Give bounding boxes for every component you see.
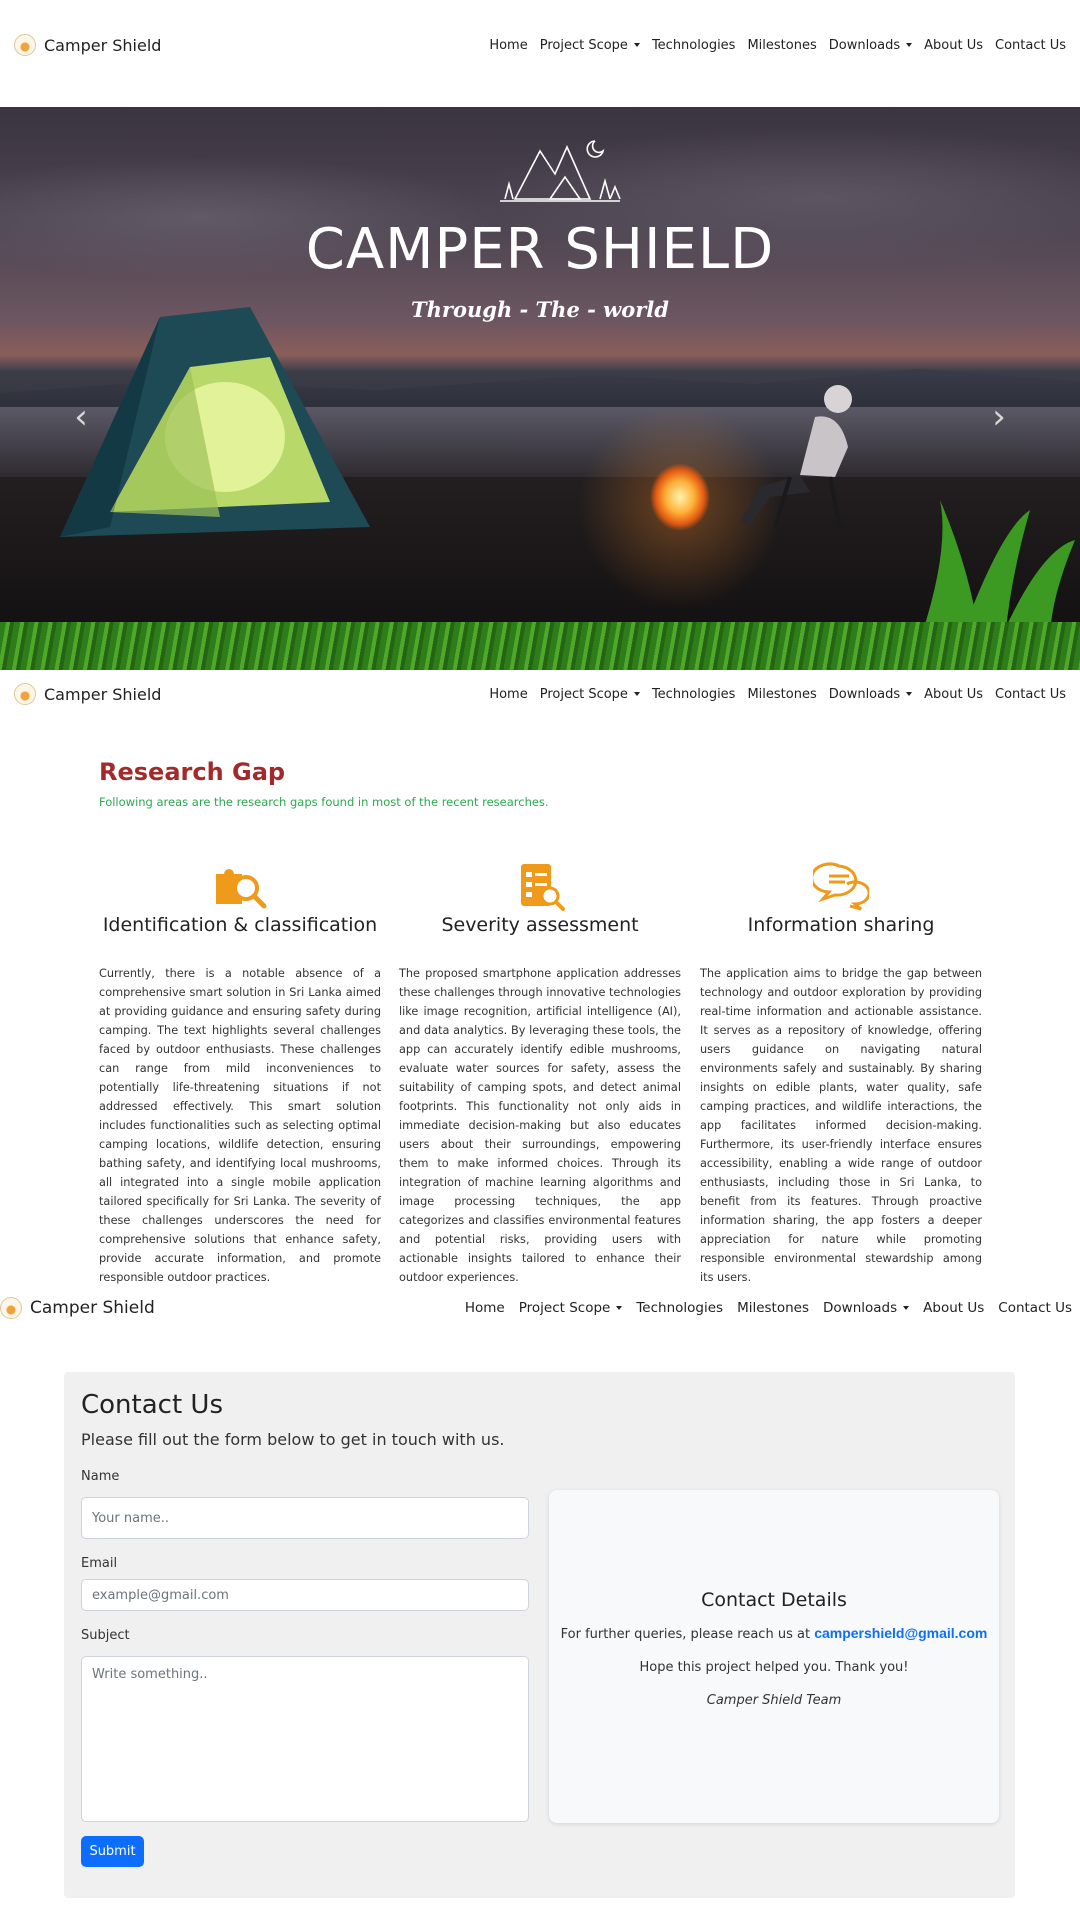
research-column-identification: Identification & classification Currentl… bbox=[99, 860, 381, 1287]
nav-about-us[interactable]: About Us bbox=[924, 38, 983, 53]
nav-milestones[interactable]: Milestones bbox=[747, 687, 816, 702]
submit-button[interactable]: Submit bbox=[81, 1836, 144, 1867]
hero-carousel: CAMPER SHIELD Through - The - world ‹ › bbox=[0, 107, 1080, 670]
email-label: Email bbox=[81, 1556, 118, 1571]
nav-home[interactable]: Home bbox=[489, 38, 527, 53]
name-label: Name bbox=[81, 1469, 120, 1484]
research-gap-subtitle: Following areas are the research gaps fo… bbox=[99, 795, 549, 809]
chat-bubbles-icon bbox=[813, 862, 869, 911]
brand-name: Camper Shield bbox=[30, 1298, 155, 1318]
puzzle-search-icon bbox=[216, 869, 267, 909]
nav-project-scope-dropdown[interactable]: Project Scope bbox=[540, 687, 640, 702]
campfire-image bbox=[640, 442, 720, 532]
grass-tuft-image bbox=[920, 500, 1075, 640]
contact-subtitle: Please fill out the form below to get in… bbox=[81, 1430, 505, 1449]
nav-home[interactable]: Home bbox=[489, 687, 527, 702]
brand-name: Camper Shield bbox=[44, 684, 162, 704]
contact-title: Contact Us bbox=[81, 1390, 223, 1420]
nav-downloads-dropdown[interactable]: Downloads bbox=[829, 687, 912, 702]
research-gap-title: Research Gap bbox=[99, 758, 286, 786]
research-column-severity: Severity assessment The proposed smartph… bbox=[399, 860, 681, 1287]
nav-project-scope-dropdown[interactable]: Project Scope bbox=[519, 1300, 623, 1316]
camper-logo-icon bbox=[14, 34, 36, 56]
nav-about-us[interactable]: About Us bbox=[924, 687, 983, 702]
email-input[interactable]: example@gmail.com bbox=[81, 1579, 529, 1611]
nav-contact-us[interactable]: Contact Us bbox=[995, 38, 1066, 53]
person-in-chair-image bbox=[740, 385, 852, 528]
nav-milestones[interactable]: Milestones bbox=[737, 1300, 809, 1316]
nav-project-scope-dropdown[interactable]: Project Scope bbox=[540, 38, 640, 53]
nav-about-us[interactable]: About Us bbox=[923, 1300, 984, 1316]
nav-technologies[interactable]: Technologies bbox=[636, 1300, 723, 1316]
nav-technologies[interactable]: Technologies bbox=[652, 687, 736, 702]
column-heading: Identification & classification bbox=[102, 914, 378, 936]
contact-thanks: Hope this project helped you. Thank you! bbox=[639, 1660, 909, 1675]
contact-details-title: Contact Details bbox=[701, 1589, 847, 1611]
contact-details-prefix: For further queries, please reach us at bbox=[560, 1627, 811, 1642]
contact-details-line: For further queries, please reach us at … bbox=[549, 1625, 999, 1642]
contact-details-card: Contact Details For further queries, ple… bbox=[549, 1490, 999, 1823]
camper-logo-icon bbox=[0, 1297, 22, 1319]
column-body: Currently, there is a notable absence of… bbox=[99, 967, 381, 1284]
contact-section: Contact Us Please fill out the form belo… bbox=[64, 1372, 1015, 1898]
nav-contact-us[interactable]: Contact Us bbox=[998, 1300, 1072, 1316]
brand-name: Camper Shield bbox=[44, 35, 162, 55]
contact-navbar: Camper Shield Home Project Scope Technol… bbox=[0, 1285, 1080, 1331]
nav-downloads-dropdown[interactable]: Downloads bbox=[823, 1300, 909, 1316]
column-heading: Severity assessment bbox=[441, 914, 639, 936]
nav-links: Home Project Scope Technologies Mileston… bbox=[489, 38, 1066, 53]
top-navbar: Camper Shield Home Project Scope Technol… bbox=[0, 22, 1080, 68]
contact-email-link[interactable]: campershield@gmail.com bbox=[814, 1625, 987, 1641]
subject-textarea[interactable]: Write something.. bbox=[81, 1656, 529, 1822]
carousel-next-icon[interactable]: › bbox=[984, 397, 1014, 437]
name-input[interactable]: Your name.. bbox=[81, 1497, 529, 1539]
grass-strip bbox=[0, 622, 1080, 670]
research-column-information: Information sharing The application aims… bbox=[700, 860, 982, 1287]
brand-link[interactable]: Camper Shield bbox=[14, 683, 161, 705]
nav-links: Home Project Scope Technologies Mileston… bbox=[465, 1300, 1072, 1316]
nav-home[interactable]: Home bbox=[465, 1300, 505, 1316]
nav-technologies[interactable]: Technologies bbox=[652, 38, 736, 53]
hero-subtitle: Through - The - world bbox=[411, 297, 669, 322]
contact-team: Camper Shield Team bbox=[706, 1693, 842, 1708]
carousel-prev-icon[interactable]: ‹ bbox=[66, 397, 96, 437]
brand-link[interactable]: Camper Shield bbox=[0, 1297, 155, 1319]
mountain-tent-logo-icon bbox=[500, 140, 621, 202]
column-body: The proposed smartphone application addr… bbox=[399, 967, 682, 1284]
column-body: The application aims to bridge the gap b… bbox=[700, 967, 982, 1284]
brand-link[interactable]: Camper Shield bbox=[14, 34, 161, 56]
nav-links: Home Project Scope Technologies Mileston… bbox=[489, 687, 1066, 702]
hero-title: CAMPER SHIELD bbox=[305, 217, 775, 282]
subject-label: Subject bbox=[81, 1628, 130, 1643]
nav-milestones[interactable]: Milestones bbox=[747, 38, 816, 53]
checklist-search-icon bbox=[521, 864, 565, 911]
nav-contact-us[interactable]: Contact Us bbox=[995, 687, 1066, 702]
research-navbar: Camper Shield Home Project Scope Technol… bbox=[0, 671, 1080, 717]
camper-logo-icon bbox=[14, 683, 36, 705]
nav-downloads-dropdown[interactable]: Downloads bbox=[829, 38, 912, 53]
column-heading: Information sharing bbox=[747, 914, 935, 936]
